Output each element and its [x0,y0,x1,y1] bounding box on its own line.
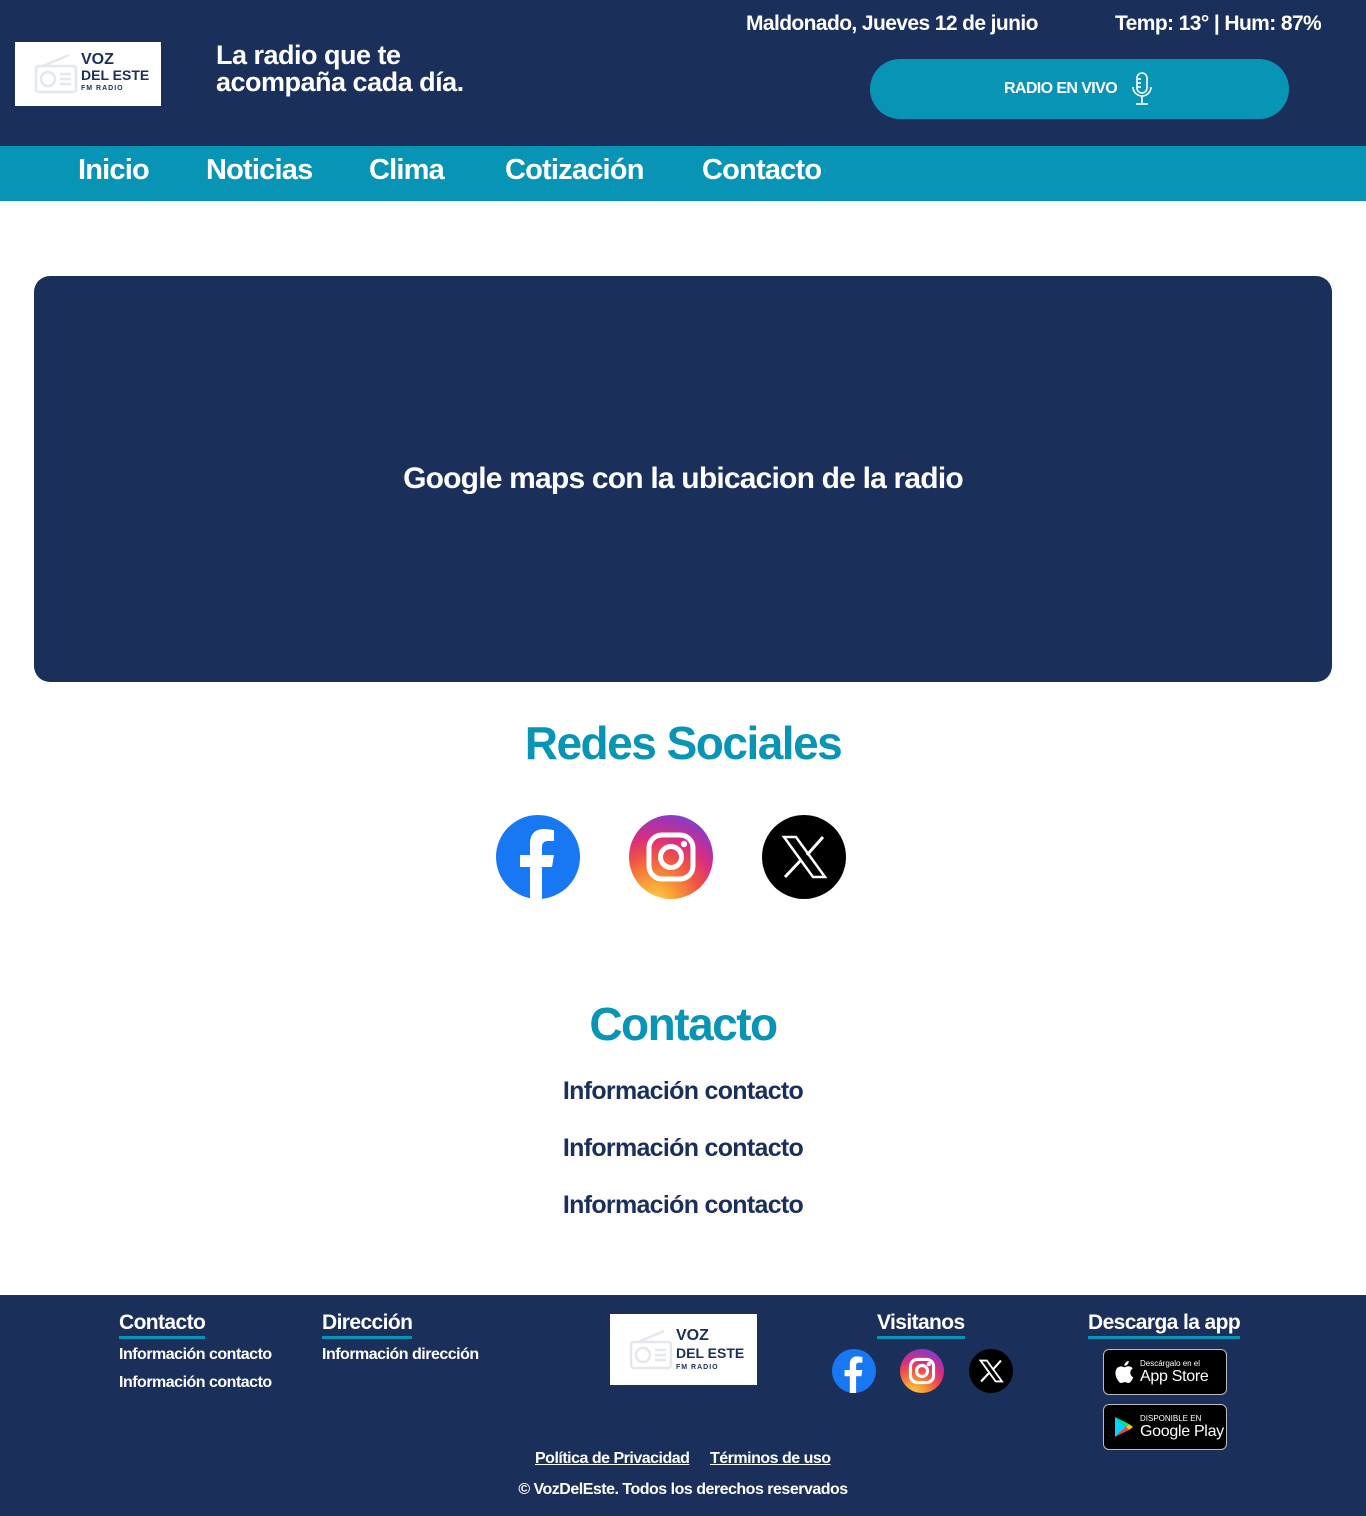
privacy-link[interactable]: Política de Privacidad [535,1450,690,1468]
instagram-icon[interactable] [629,815,713,899]
footer-visit-title: Visitanos [877,1311,965,1339]
x-icon[interactable] [762,815,846,899]
contact-info-2: Información contacto [562,1134,804,1162]
logo-line-2: DEL ESTE [81,67,150,83]
app-store-small: Descárgalo en el [1140,1359,1201,1368]
main-nav: Inicio Noticias Clima Cotización Contact… [0,146,1366,201]
nav-clima[interactable]: Clima [369,154,445,187]
footer-contact-title: Contacto [119,1311,206,1339]
google-play-big: Google Play [1140,1423,1224,1440]
footer-address-item: Información dirección [322,1346,479,1363]
footer-app-title: Descarga la app [1088,1311,1241,1339]
facebook-icon[interactable] [496,815,580,899]
social-title: Redes Sociales [524,717,843,769]
nav-noticias[interactable]: Noticias [206,154,313,187]
logo-line-1: VOZ [81,51,114,68]
contact-info-1: Información contacto [562,1077,804,1105]
footer-instagram-icon[interactable] [900,1349,944,1393]
footer-logo-line-3: FM RADIO [676,1364,719,1371]
logo[interactable]: VOZ DEL ESTE FM RADIO [15,42,161,106]
footer-x-icon[interactable] [969,1349,1013,1393]
google-play-text: DISPONIBLE EN Google Play [1140,1414,1224,1440]
radio-icon [34,53,78,94]
footer-contact-item-1: Información contacto [119,1346,272,1363]
radio-live-button[interactable]: RADIO EN VIVO [870,59,1289,119]
radio-icon [629,1329,673,1370]
app-store-text: Descárgalo en el App Store [1140,1359,1209,1385]
radio-live-label: RADIO EN VIVO [1003,80,1118,97]
footer-logo-line-2: DEL ESTE [676,1345,745,1361]
copyright-text: © VozDelEste. Todos los derechos reserva… [518,1481,848,1498]
site-header: VOZ DEL ESTE FM RADIO La radio que te ac… [0,0,1366,146]
map-placeholder-text: Google maps con la ubicacion de la radio [403,462,964,495]
tagline: La radio que te acompaña cada día. [216,40,464,97]
contact-info-3: Información contacto [562,1191,804,1219]
google-play-small: DISPONIBLE EN [1140,1414,1202,1423]
footer-facebook-icon[interactable] [832,1349,876,1393]
google-play-button[interactable]: DISPONIBLE EN Google Play [1103,1404,1227,1450]
nav-contacto[interactable]: Contacto [702,154,822,187]
nav-inicio[interactable]: Inicio [78,154,150,187]
nav-cotizacion[interactable]: Cotización [505,154,644,187]
map-placeholder[interactable]: Google maps con la ubicacion de la radio [34,276,1332,682]
weather-text: Temp: 13° | Hum: 87% [1115,12,1322,35]
footer-address-title: Dirección [322,1311,413,1339]
logo-line-3: FM RADIO [81,85,124,92]
footer-contact-item-2: Información contacto [119,1374,272,1391]
date-text: Maldonado, Jueves 12 de junio [746,12,1038,35]
terms-link[interactable]: Términos de uso [710,1450,831,1468]
app-store-big: App Store [1140,1368,1209,1385]
footer-logo[interactable]: VOZ DEL ESTE FM RADIO [610,1314,757,1385]
contact-title: Contacto [589,998,778,1050]
google-play-icon [1115,1417,1133,1437]
app-store-button[interactable]: Descárgalo en el App Store [1103,1349,1227,1395]
footer-logo-line-1: VOZ [676,1327,709,1344]
apple-icon [1115,1361,1134,1383]
microphone-icon [1132,72,1152,105]
